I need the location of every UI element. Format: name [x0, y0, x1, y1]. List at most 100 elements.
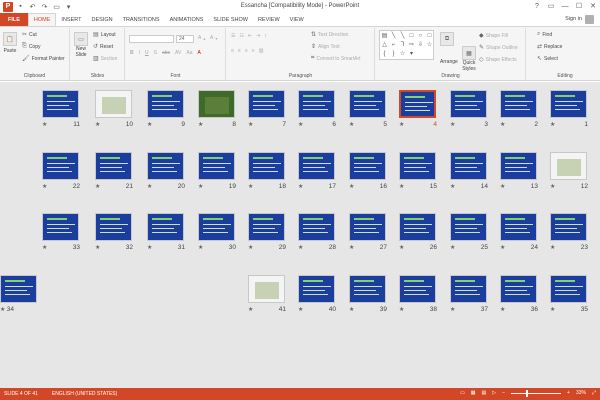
- shape-callout-icon[interactable]: ☆: [398, 49, 407, 58]
- numbering-icon[interactable]: ☷: [239, 33, 243, 39]
- slide-thumbnail[interactable]: [248, 90, 285, 118]
- convert-smartart-button[interactable]: ⌗ Convert to SmartArt: [311, 55, 361, 62]
- tab-insert[interactable]: INSERT: [56, 13, 86, 26]
- close-icon[interactable]: ✕: [586, 0, 600, 12]
- transition-star-icon[interactable]: ★: [399, 244, 404, 251]
- tab-view[interactable]: VIEW: [285, 13, 309, 26]
- cut-button[interactable]: ✂ Cut: [22, 31, 37, 39]
- user-icon[interactable]: [585, 15, 594, 24]
- transition-star-icon[interactable]: ★: [298, 244, 303, 251]
- shape-star-icon[interactable]: ☆: [425, 40, 434, 49]
- shape-connector-icon[interactable]: ⌐: [389, 40, 398, 49]
- change-case-icon[interactable]: Aa: [186, 50, 192, 56]
- shape-line-icon[interactable]: ╲: [389, 31, 398, 40]
- powerpoint-icon[interactable]: P: [3, 1, 13, 12]
- font-size-input[interactable]: 24: [176, 35, 194, 43]
- tab-design[interactable]: DESIGN: [87, 13, 118, 26]
- shapes-gallery[interactable]: ▤ ╲ ╲ □ ○ □ △ ⌐ ⅂ ⇨ ⇩ ☆ { } ☆ ▾: [379, 30, 434, 60]
- shape-rect-icon[interactable]: □: [407, 31, 416, 40]
- underline-icon[interactable]: U: [145, 50, 149, 56]
- transition-star-icon[interactable]: ★: [450, 121, 455, 128]
- slide-thumbnail[interactable]: [248, 152, 285, 180]
- slide-thumbnail[interactable]: [349, 213, 386, 241]
- zoom-out-icon[interactable]: −: [502, 390, 505, 396]
- transition-star-icon[interactable]: ★: [95, 121, 100, 128]
- slide-thumbnail[interactable]: [248, 213, 285, 241]
- zoom-level[interactable]: 33%: [576, 390, 586, 396]
- transition-star-icon[interactable]: ★: [147, 121, 152, 128]
- transition-star-icon[interactable]: ★: [198, 121, 203, 128]
- tab-home[interactable]: HOME: [27, 13, 57, 26]
- slide-thumbnail[interactable]: [298, 213, 335, 241]
- shape-fill-button[interactable]: ◆ Shape Fill: [479, 32, 508, 40]
- transition-star-icon[interactable]: ★: [399, 183, 404, 190]
- fit-to-window-icon[interactable]: ⤢: [592, 390, 596, 396]
- tab-review[interactable]: REVIEW: [253, 13, 285, 26]
- paste-button[interactable]: 📋 Paste: [3, 32, 17, 54]
- transition-star-icon[interactable]: ★: [42, 183, 47, 190]
- transition-star-icon[interactable]: ★: [147, 183, 152, 190]
- transition-star-icon[interactable]: ★: [550, 306, 555, 313]
- ribbon-display-icon[interactable]: ▭: [544, 0, 558, 12]
- slide-thumbnail[interactable]: [147, 90, 184, 118]
- columns-icon[interactable]: ▥: [259, 48, 264, 54]
- normal-view-icon[interactable]: ▭: [460, 390, 465, 396]
- slide-thumbnail[interactable]: [399, 152, 436, 180]
- save-icon[interactable]: ▪: [16, 2, 25, 11]
- slide-thumbnail[interactable]: [450, 275, 487, 303]
- shrink-font-button[interactable]: A ▾: [210, 35, 217, 41]
- transition-star-icon[interactable]: ★: [248, 244, 253, 251]
- transition-star-icon[interactable]: ★: [399, 121, 404, 128]
- slide-thumbnail[interactable]: [550, 213, 587, 241]
- slide-thumbnail[interactable]: [298, 152, 335, 180]
- tab-slide-show[interactable]: SLIDE SHOW: [208, 13, 253, 26]
- slide-thumbnail[interactable]: [42, 213, 79, 241]
- slide-thumbnail[interactable]: [298, 275, 335, 303]
- transition-star-icon[interactable]: ★: [298, 306, 303, 313]
- slide-thumbnail[interactable]: [147, 213, 184, 241]
- shape-effects-button[interactable]: ◇ Shape Effects: [479, 56, 517, 64]
- section-button[interactable]: ▥ Section: [93, 55, 117, 63]
- align-right-icon[interactable]: ≡: [245, 48, 248, 54]
- sign-in-link[interactable]: Sign in: [565, 16, 582, 22]
- slide-thumbnail[interactable]: [399, 213, 436, 241]
- shape-textbox-icon[interactable]: ▤: [380, 31, 389, 40]
- decrease-indent-icon[interactable]: ⇤: [248, 33, 252, 39]
- slide-thumbnail[interactable]: [95, 90, 132, 118]
- slide-thumbnail[interactable]: [450, 90, 487, 118]
- slide-thumbnail[interactable]: [248, 275, 285, 303]
- transition-star-icon[interactable]: ★: [42, 244, 47, 251]
- increase-indent-icon[interactable]: ⇥: [256, 33, 260, 39]
- transition-star-icon[interactable]: ★: [349, 183, 354, 190]
- transition-star-icon[interactable]: ★: [349, 121, 354, 128]
- copy-button[interactable]: ⎘ Copy: [22, 43, 41, 50]
- shape-rect-icon[interactable]: □: [425, 31, 434, 40]
- transition-star-icon[interactable]: ★: [500, 306, 505, 313]
- shape-oval-icon[interactable]: ○: [416, 31, 425, 40]
- slide-thumbnail[interactable]: [0, 275, 37, 303]
- transition-star-icon[interactable]: ★: [399, 306, 404, 313]
- justify-icon[interactable]: ≡: [252, 48, 255, 54]
- start-from-beginning-icon[interactable]: ▭: [52, 2, 61, 11]
- shape-arrow-icon[interactable]: ⇩: [416, 40, 425, 49]
- transition-star-icon[interactable]: ★: [450, 183, 455, 190]
- zoom-slider[interactable]: [511, 389, 562, 397]
- slide-thumbnail[interactable]: [298, 90, 335, 118]
- strikethrough-icon[interactable]: abc: [162, 50, 170, 56]
- slide-thumbnail[interactable]: [198, 213, 235, 241]
- bullets-icon[interactable]: ☰: [231, 33, 235, 39]
- help-icon[interactable]: ?: [530, 0, 544, 12]
- slide-thumbnail[interactable]: [95, 152, 132, 180]
- shape-arrow-icon[interactable]: ⇨: [407, 40, 416, 49]
- transition-star-icon[interactable]: ★: [500, 183, 505, 190]
- slide-thumbnail[interactable]: [349, 275, 386, 303]
- transition-star-icon[interactable]: ★: [450, 244, 455, 251]
- align-left-icon[interactable]: ≡: [231, 48, 234, 54]
- transition-star-icon[interactable]: ★: [349, 306, 354, 313]
- transition-star-icon[interactable]: ★: [147, 244, 152, 251]
- customize-icon[interactable]: ▾: [64, 2, 73, 11]
- tab-file[interactable]: FILE: [0, 13, 28, 26]
- transition-star-icon[interactable]: ★: [550, 121, 555, 128]
- align-text-button[interactable]: ⇕ Align Text: [311, 43, 340, 51]
- slide-show-view-icon[interactable]: ▷: [492, 390, 496, 396]
